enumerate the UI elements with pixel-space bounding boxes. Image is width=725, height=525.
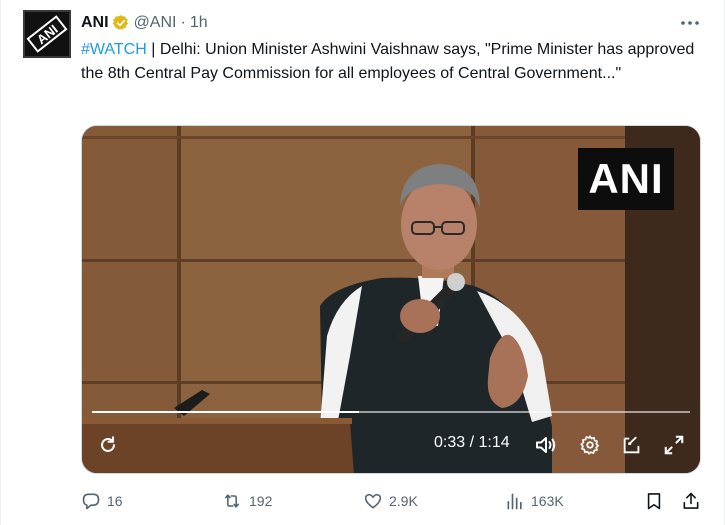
progress-fill xyxy=(92,411,359,413)
reply-count: 16 xyxy=(107,493,123,509)
reply-icon xyxy=(82,493,100,510)
post-body: | Delhi: Union Minister Ashwini Vaishnaw… xyxy=(81,41,695,82)
volume-icon[interactable] xyxy=(534,433,558,457)
reply-button[interactable]: 16 xyxy=(81,488,123,514)
share-icon xyxy=(683,492,699,509)
account-handle[interactable]: @ANI xyxy=(134,14,177,32)
bookmark-button[interactable] xyxy=(644,488,664,514)
repost-icon xyxy=(224,494,240,508)
tweet-card: ANI ANI @ANI · 1h #WATCH | Delhi: Union … xyxy=(0,0,725,525)
separator: · xyxy=(180,14,186,31)
duration: 1:14 xyxy=(478,434,510,451)
like-count: 2.9K xyxy=(389,493,418,509)
hashtag-link[interactable]: #WATCH xyxy=(81,41,147,58)
like-icon xyxy=(364,493,382,509)
views-button[interactable]: 163K xyxy=(505,488,564,514)
time-separator: / xyxy=(465,434,479,451)
avatar[interactable]: ANI xyxy=(23,10,71,58)
views-icon xyxy=(507,493,522,510)
video-watermark: ANI xyxy=(578,148,674,210)
post-time[interactable]: 1h xyxy=(190,14,208,32)
current-time: 0:33 xyxy=(434,434,466,451)
video-timecode: 0:33 / 1:14 xyxy=(434,434,510,452)
bookmark-icon xyxy=(647,493,661,510)
gear-icon[interactable] xyxy=(578,433,602,457)
tweet-header: ANI @ANI · 1h xyxy=(81,12,208,34)
like-button[interactable]: 2.9K xyxy=(363,488,418,514)
account-name[interactable]: ANI xyxy=(81,14,109,32)
replay-icon[interactable] xyxy=(96,433,120,457)
action-bar: 16 192 2.9K 163K xyxy=(81,488,701,514)
video-player[interactable]: ANI 0:33 / 1:14 xyxy=(81,125,701,474)
verified-badge-icon[interactable] xyxy=(112,14,130,32)
video-controls: 0:33 / 1:14 xyxy=(82,421,700,473)
popout-icon[interactable] xyxy=(620,433,644,457)
repost-count: 192 xyxy=(249,493,273,509)
share-button[interactable] xyxy=(681,488,701,514)
view-count: 163K xyxy=(531,493,564,509)
repost-button[interactable]: 192 xyxy=(221,488,272,514)
fullscreen-icon[interactable] xyxy=(662,433,686,457)
post-text: #WATCH | Delhi: Union Minister Ashwini V… xyxy=(81,38,701,86)
more-icon[interactable] xyxy=(678,12,702,34)
progress-bar[interactable] xyxy=(92,411,690,413)
